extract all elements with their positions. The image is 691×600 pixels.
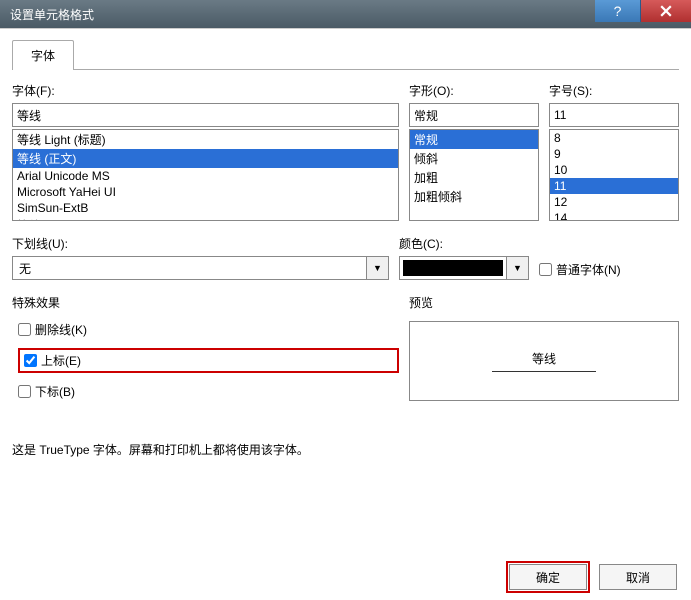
style-listbox[interactable]: 常规倾斜加粗加粗倾斜	[409, 129, 539, 221]
list-item[interactable]: 11	[550, 178, 678, 194]
list-item[interactable]: Arial Unicode MS	[13, 168, 398, 184]
chevron-down-icon	[506, 257, 528, 279]
normal-font-checkbox[interactable]: 普通字体(N)	[539, 261, 621, 278]
list-item[interactable]: 等线	[13, 216, 398, 221]
list-item[interactable]: 10	[550, 162, 678, 178]
ok-button[interactable]: 确定	[509, 564, 587, 590]
list-item[interactable]: 等线 (正文)	[13, 149, 398, 168]
titlebar-buttons: ?	[595, 0, 691, 28]
list-item[interactable]: 14	[550, 210, 678, 221]
cancel-button[interactable]: 取消	[599, 564, 677, 590]
superscript-label: 上标(E)	[41, 352, 81, 369]
preview-title: 预览	[409, 294, 679, 311]
list-item[interactable]: 8	[550, 130, 678, 146]
superscript-check-input[interactable]	[24, 354, 37, 367]
strikethrough-check-input[interactable]	[18, 323, 31, 336]
preview-box: 等线	[409, 321, 679, 401]
subscript-label: 下标(B)	[35, 383, 75, 400]
titlebar: 设置单元格格式 ?	[0, 0, 691, 28]
footer-text: 这是 TrueType 字体。屏幕和打印机上都将使用该字体。	[12, 441, 679, 458]
normal-font-label: 普通字体(N)	[556, 261, 621, 278]
size-input[interactable]	[549, 103, 679, 127]
size-label: 字号(S):	[549, 82, 679, 99]
color-swatch	[403, 260, 503, 276]
color-dropdown[interactable]	[399, 256, 529, 280]
close-button[interactable]	[641, 0, 691, 22]
chevron-down-icon	[366, 257, 388, 279]
list-item[interactable]: Microsoft YaHei UI	[13, 184, 398, 200]
list-item[interactable]: 加粗倾斜	[410, 187, 538, 206]
font-input[interactable]	[12, 103, 399, 127]
color-label: 颜色(C):	[399, 235, 529, 252]
underline-label: 下划线(U):	[12, 235, 389, 252]
help-button[interactable]: ?	[595, 0, 641, 22]
font-label: 字体(F):	[12, 82, 399, 99]
list-item[interactable]: 常规	[410, 130, 538, 149]
strikethrough-label: 删除线(K)	[35, 321, 87, 338]
list-item[interactable]: 倾斜	[410, 149, 538, 168]
tab-bar: 字体	[12, 39, 679, 70]
normal-font-check-input[interactable]	[539, 263, 552, 276]
preview-sample: 等线	[492, 350, 596, 372]
tab-font[interactable]: 字体	[12, 40, 74, 70]
subscript-check-input[interactable]	[18, 385, 31, 398]
effects-title: 特殊效果	[12, 294, 399, 311]
size-listbox[interactable]: 8910111214	[549, 129, 679, 221]
list-item[interactable]: 12	[550, 194, 678, 210]
dialog-title: 设置单元格格式	[10, 6, 94, 23]
list-item[interactable]: 加粗	[410, 168, 538, 187]
superscript-checkbox[interactable]: 上标(E)	[24, 352, 81, 369]
style-label: 字形(O):	[409, 82, 539, 99]
list-item[interactable]: SimSun-ExtB	[13, 200, 398, 216]
subscript-checkbox[interactable]: 下标(B)	[18, 383, 399, 400]
font-listbox[interactable]: 等线 Light (标题)等线 (正文)Arial Unicode MSMicr…	[12, 129, 399, 221]
underline-value: 无	[13, 257, 366, 279]
underline-dropdown[interactable]: 无	[12, 256, 389, 280]
style-input[interactable]	[409, 103, 539, 127]
close-icon	[660, 5, 672, 17]
list-item[interactable]: 等线 Light (标题)	[13, 130, 398, 149]
list-item[interactable]: 9	[550, 146, 678, 162]
superscript-highlight: 上标(E)	[18, 348, 399, 373]
strikethrough-checkbox[interactable]: 删除线(K)	[18, 321, 399, 338]
